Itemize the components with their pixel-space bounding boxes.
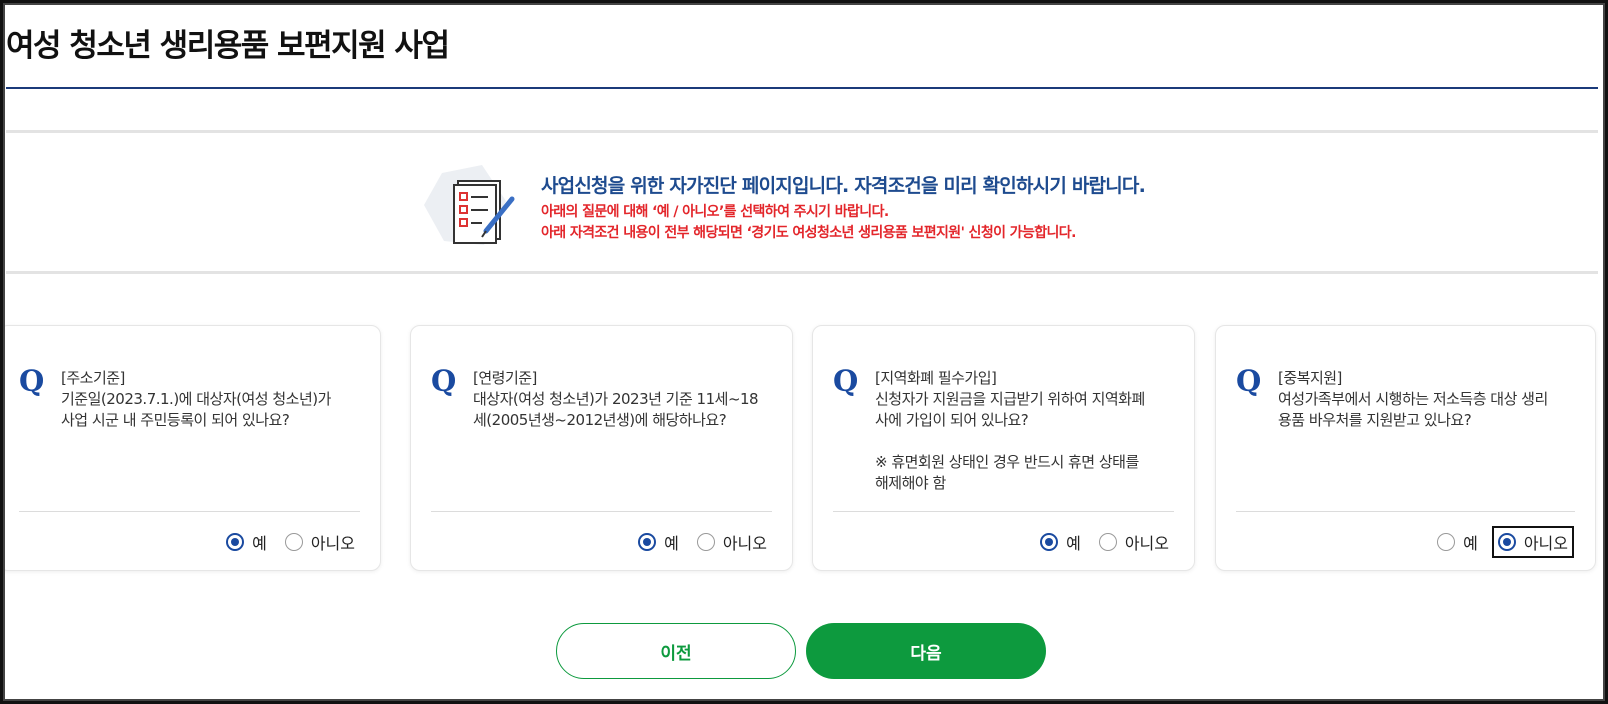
prev-button[interactable]: 이전 xyxy=(556,623,796,679)
question-card-address: Q [주소기준] 기준일(2023.7.1.)에 대상자(여성 청소년)가 사업… xyxy=(0,325,381,571)
card-divider xyxy=(19,511,360,512)
yes-radio[interactable] xyxy=(1040,533,1059,551)
answer-group: 예 아니오 xyxy=(226,530,355,554)
yes-label: 예 xyxy=(1463,534,1478,553)
no-label: 아니오 xyxy=(310,534,355,553)
title-divider xyxy=(6,87,1598,89)
q-mark: Q xyxy=(431,364,457,398)
notice-banner: 사업신청을 위한 자가진단 페이지입니다. 자격조건을 미리 확인하시기 바랍니… xyxy=(6,133,1598,271)
answer-group: 예 아니오 xyxy=(638,530,767,554)
yes-radio[interactable] xyxy=(226,533,245,551)
notice-text: 사업신청을 위한 자가진단 페이지입니다. 자격조건을 미리 확인하시기 바랍니… xyxy=(541,171,1146,244)
answer-no-option[interactable]: 아니오 xyxy=(284,530,355,554)
question-text: [지역화폐 필수가입] 신청자가 지원금을 지급받기 위하여 지역화폐 사에 가… xyxy=(875,369,1145,492)
yes-radio[interactable] xyxy=(638,533,657,551)
answer-group: 예 아니오 xyxy=(1437,526,1575,558)
question-card-duplicate-support: Q [중복지원] 여성가족부에서 시행하는 저소득층 대상 생리 용품 바우처를… xyxy=(1215,325,1596,571)
q-mark: Q xyxy=(1236,364,1262,398)
no-radio[interactable] xyxy=(696,533,715,551)
notice-instruction-1: 아래의 질문에 대해 ‘예 / 아니오’를 선택하여 주시기 바랍니다. xyxy=(541,204,889,220)
answer-yes-option[interactable]: 예 xyxy=(1040,530,1081,554)
card-divider xyxy=(431,511,772,512)
card-divider xyxy=(1236,511,1575,512)
answer-no-option[interactable]: 아니오 xyxy=(1098,530,1169,554)
page-title: 여성 청소년 생리용품 보편지원 사업 xyxy=(6,28,450,64)
next-button[interactable]: 다음 xyxy=(806,623,1046,679)
no-radio[interactable] xyxy=(1098,533,1117,551)
yes-label: 예 xyxy=(1066,534,1081,553)
answer-group: 예 아니오 xyxy=(1040,530,1169,554)
notice-bottom-border xyxy=(6,271,1598,274)
no-radio[interactable] xyxy=(1497,533,1516,551)
no-label: 아니오 xyxy=(722,534,767,553)
checklist-pen-icon xyxy=(424,161,534,261)
yes-label: 예 xyxy=(664,534,679,553)
card-divider xyxy=(833,511,1174,512)
question-text: [연령기준] 대상자(여성 청소년)가 2023년 기준 11세~18 세(20… xyxy=(473,369,759,429)
question-card-local-currency: Q [지역화폐 필수가입] 신청자가 지원금을 지급받기 위하여 지역화폐 사에… xyxy=(812,325,1195,571)
no-label: 아니오 xyxy=(1523,534,1568,553)
question-text: [중복지원] 여성가족부에서 시행하는 저소득층 대상 생리 용품 바우처를 지… xyxy=(1278,369,1548,429)
answer-yes-option[interactable]: 예 xyxy=(226,530,267,554)
yes-label: 예 xyxy=(252,534,267,553)
q-mark: Q xyxy=(19,364,45,398)
no-label: 아니오 xyxy=(1124,534,1169,553)
yes-radio[interactable] xyxy=(1437,533,1456,551)
question-card-age: Q [연령기준] 대상자(여성 청소년)가 2023년 기준 11세~18 세(… xyxy=(410,325,793,571)
answer-yes-option[interactable]: 예 xyxy=(1437,530,1478,554)
answer-no-option[interactable]: 아니오 xyxy=(696,530,767,554)
no-radio[interactable] xyxy=(284,533,303,551)
q-mark: Q xyxy=(833,364,859,398)
notice-instruction-2: 아래 자격조건 내용이 전부 해당되면 ‘경기도 여성청소년 생리용품 보편지원… xyxy=(541,225,1076,241)
answer-yes-option[interactable]: 예 xyxy=(638,530,679,554)
notice-main-text: 사업신청을 위한 자가진단 페이지입니다. 자격조건을 미리 확인하시기 바랍니… xyxy=(541,175,1146,197)
question-text: [주소기준] 기준일(2023.7.1.)에 대상자(여성 청소년)가 사업 시… xyxy=(61,369,331,429)
answer-no-option[interactable]: 아니오 xyxy=(1491,526,1575,558)
